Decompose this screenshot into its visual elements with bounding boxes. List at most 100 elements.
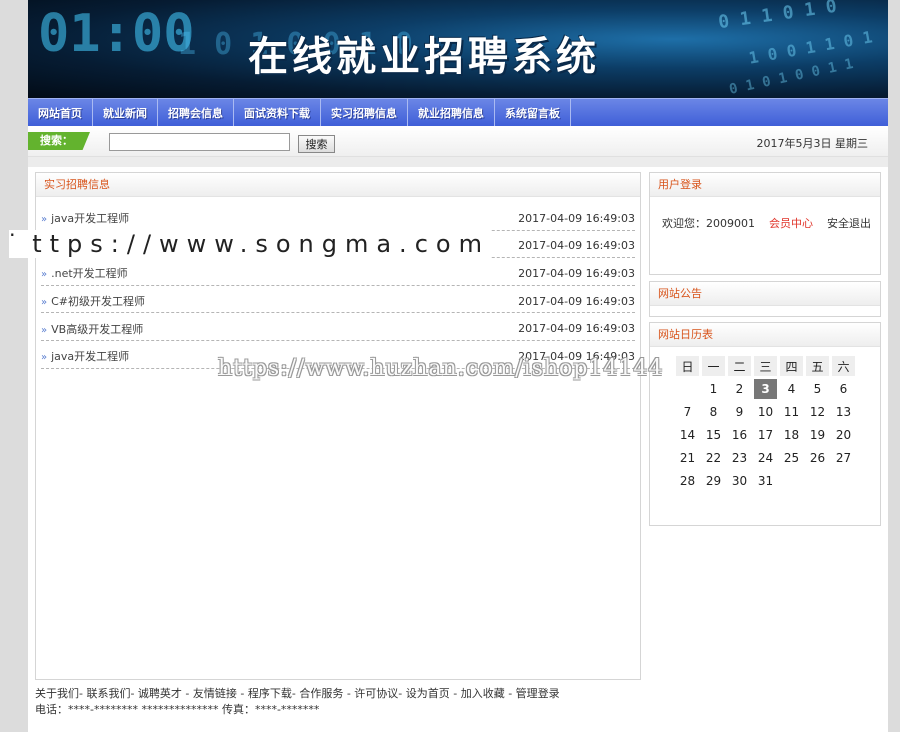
- calendar-day[interactable]: 16: [728, 425, 751, 445]
- nav-item[interactable]: 面试资料下载: [234, 99, 321, 126]
- calendar-day[interactable]: 13: [832, 402, 855, 422]
- job-date: 2017-04-09 16:49:03: [518, 239, 635, 253]
- calendar-day[interactable]: 1: [702, 379, 725, 399]
- calendar-panel: 网站日历表 日一二三四五六 1 2 3 4 5 6 7 8 9 10 11 12 13 14 15 16 17 18…: [649, 322, 881, 526]
- calendar-table: 日一二三四五六 1 2 3 4 5 6 7 8 9 10 11 12 13 14 15 16 17 18 19 20 21…: [673, 353, 858, 494]
- calendar-day[interactable]: 22: [702, 448, 725, 468]
- footer-links[interactable]: 关于我们- 联系我们- 诚聘英才 - 友情链接 - 程序下载- 合作服务 - 许…: [35, 686, 560, 702]
- calendar-day: [832, 471, 855, 491]
- calendar-day[interactable]: 11: [780, 402, 803, 422]
- calendar-day[interactable]: 29: [702, 471, 725, 491]
- calendar-weekday: 二: [728, 356, 751, 376]
- double-arrow-icon: »: [41, 297, 48, 309]
- job-title-link[interactable]: » java开发工程师: [41, 348, 129, 364]
- calendar-day[interactable]: 20: [832, 425, 855, 445]
- search-input[interactable]: [109, 133, 290, 151]
- calendar-day[interactable]: 31: [754, 471, 777, 491]
- banner-digits: 0 1 0 1 0 0 1 1: [727, 56, 855, 98]
- search-button[interactable]: 搜索: [298, 135, 335, 153]
- panel-title: 用户登录: [650, 173, 880, 197]
- job-title[interactable]: java开发工程师: [51, 212, 129, 225]
- site-banner: 01:00 1 0 1 0 0 1 0 0 1 1 0 1 0 1 0 0 1 …: [28, 0, 888, 98]
- calendar-day[interactable]: 7: [676, 402, 699, 422]
- job-date: 2017-04-09 16:49:03: [518, 322, 635, 336]
- job-title-link[interactable]: » C#初级开发工程师: [41, 293, 145, 309]
- calendar-day[interactable]: 18: [780, 425, 803, 445]
- search-bar: 搜索： 搜索 2017年5月3日 星期三: [28, 127, 888, 157]
- welcome-text: 欢迎您：2009001: [662, 217, 755, 230]
- notice-panel: 网站公告: [649, 281, 881, 317]
- job-row[interactable]: » .net开发工程师 2017-04-09 16:49:03: [41, 258, 635, 286]
- calendar-day[interactable]: 3: [754, 379, 777, 399]
- calendar-day[interactable]: 19: [806, 425, 829, 445]
- job-row[interactable]: » C#初级开发工程师 2017-04-09 16:49:03: [41, 286, 635, 314]
- calendar-day[interactable]: 5: [806, 379, 829, 399]
- calendar-weekday: 五: [806, 356, 829, 376]
- calendar-weekday: 日: [676, 356, 699, 376]
- calendar-day[interactable]: 23: [728, 448, 751, 468]
- nav-item[interactable]: 就业招聘信息: [408, 99, 495, 126]
- nav-item[interactable]: 招聘会信息: [158, 99, 234, 126]
- calendar-day[interactable]: 25: [780, 448, 803, 468]
- site-title: 在线就业招聘系统: [248, 34, 600, 80]
- panel-title: 网站日历表: [650, 323, 880, 347]
- calendar-day[interactable]: 14: [676, 425, 699, 445]
- job-row[interactable]: » VB高级开发工程师 2017-04-09 16:49:03: [41, 313, 635, 341]
- job-title-link[interactable]: » java开发工程师: [41, 210, 129, 226]
- calendar-day[interactable]: 15: [702, 425, 725, 445]
- job-date: 2017-04-09 16:49:03: [518, 294, 635, 308]
- job-title[interactable]: VB高级开发工程师: [51, 323, 143, 336]
- double-arrow-icon: »: [41, 214, 48, 226]
- calendar-day[interactable]: 17: [754, 425, 777, 445]
- banner-digits: 0 1 1 0 1 0: [717, 0, 839, 34]
- calendar-day[interactable]: 2: [728, 379, 751, 399]
- current-date: 2017年5月3日 星期三: [756, 137, 869, 150]
- calendar-day[interactable]: 8: [702, 402, 725, 422]
- calendar-day[interactable]: 28: [676, 471, 699, 491]
- main-nav: 网站首页 就业新闻 招聘会信息 面试资料下载 实习招聘信息 就业招聘信息 系统留言板: [28, 98, 888, 126]
- footer: 关于我们- 联系我们- 诚聘英才 - 友情链接 - 程序下载- 合作服务 - 许…: [35, 686, 560, 718]
- double-arrow-icon: »: [41, 324, 48, 336]
- job-title[interactable]: .net开发工程师: [51, 267, 128, 280]
- calendar-weekday: 一: [702, 356, 725, 376]
- logout-link[interactable]: 安全退出: [827, 215, 871, 231]
- nav-item[interactable]: 就业新闻: [93, 99, 158, 126]
- calendar-day: [676, 379, 699, 399]
- calendar-day[interactable]: 30: [728, 471, 751, 491]
- divider: [28, 157, 888, 167]
- calendar-weekday: 四: [780, 356, 803, 376]
- calendar-day[interactable]: 24: [754, 448, 777, 468]
- job-title[interactable]: C#初级开发工程师: [51, 295, 145, 308]
- job-date: 2017-04-09 16:49:03: [518, 266, 635, 280]
- nav-item[interactable]: 网站首页: [28, 99, 93, 126]
- watermark-songma: https://www.songma.com: [9, 230, 490, 258]
- calendar-day[interactable]: 6: [832, 379, 855, 399]
- search-label: 搜索：: [28, 132, 90, 150]
- member-center-link[interactable]: 会员中心: [769, 215, 813, 231]
- calendar-day[interactable]: 4: [780, 379, 803, 399]
- calendar-weekday: 三: [754, 356, 777, 376]
- calendar-day[interactable]: 21: [676, 448, 699, 468]
- panel-title: 网站公告: [650, 282, 880, 306]
- nav-item[interactable]: 系统留言板: [495, 99, 571, 126]
- calendar-day[interactable]: 9: [728, 402, 751, 422]
- banner-digits: 01:00: [38, 4, 195, 64]
- job-date: 2017-04-09 16:49:03: [518, 211, 635, 225]
- job-row[interactable]: » java开发工程师 2017-04-09 16:49:03: [41, 203, 635, 231]
- calendar-day[interactable]: 10: [754, 402, 777, 422]
- calendar-day[interactable]: 27: [832, 448, 855, 468]
- calendar-day[interactable]: 26: [806, 448, 829, 468]
- calendar-day[interactable]: 12: [806, 402, 829, 422]
- nav-item[interactable]: 实习招聘信息: [321, 99, 408, 126]
- panel-title: 实习招聘信息: [36, 173, 640, 197]
- double-arrow-icon: »: [41, 269, 48, 281]
- calendar-day: [806, 471, 829, 491]
- job-title[interactable]: java开发工程师: [51, 350, 129, 363]
- double-arrow-icon: »: [41, 352, 48, 364]
- job-title-link[interactable]: » VB高级开发工程师: [41, 321, 143, 337]
- footer-contact: 电话：****-******** ************** 传真：****-…: [35, 703, 320, 716]
- job-list: »java开发工程师2017-04-09 16:49:03»2017-04-09…: [36, 203, 640, 369]
- calendar-weekday: 六: [832, 356, 855, 376]
- user-login-panel: 用户登录 欢迎您：2009001 会员中心 安全退出: [649, 172, 881, 275]
- job-title-link[interactable]: » .net开发工程师: [41, 265, 128, 281]
